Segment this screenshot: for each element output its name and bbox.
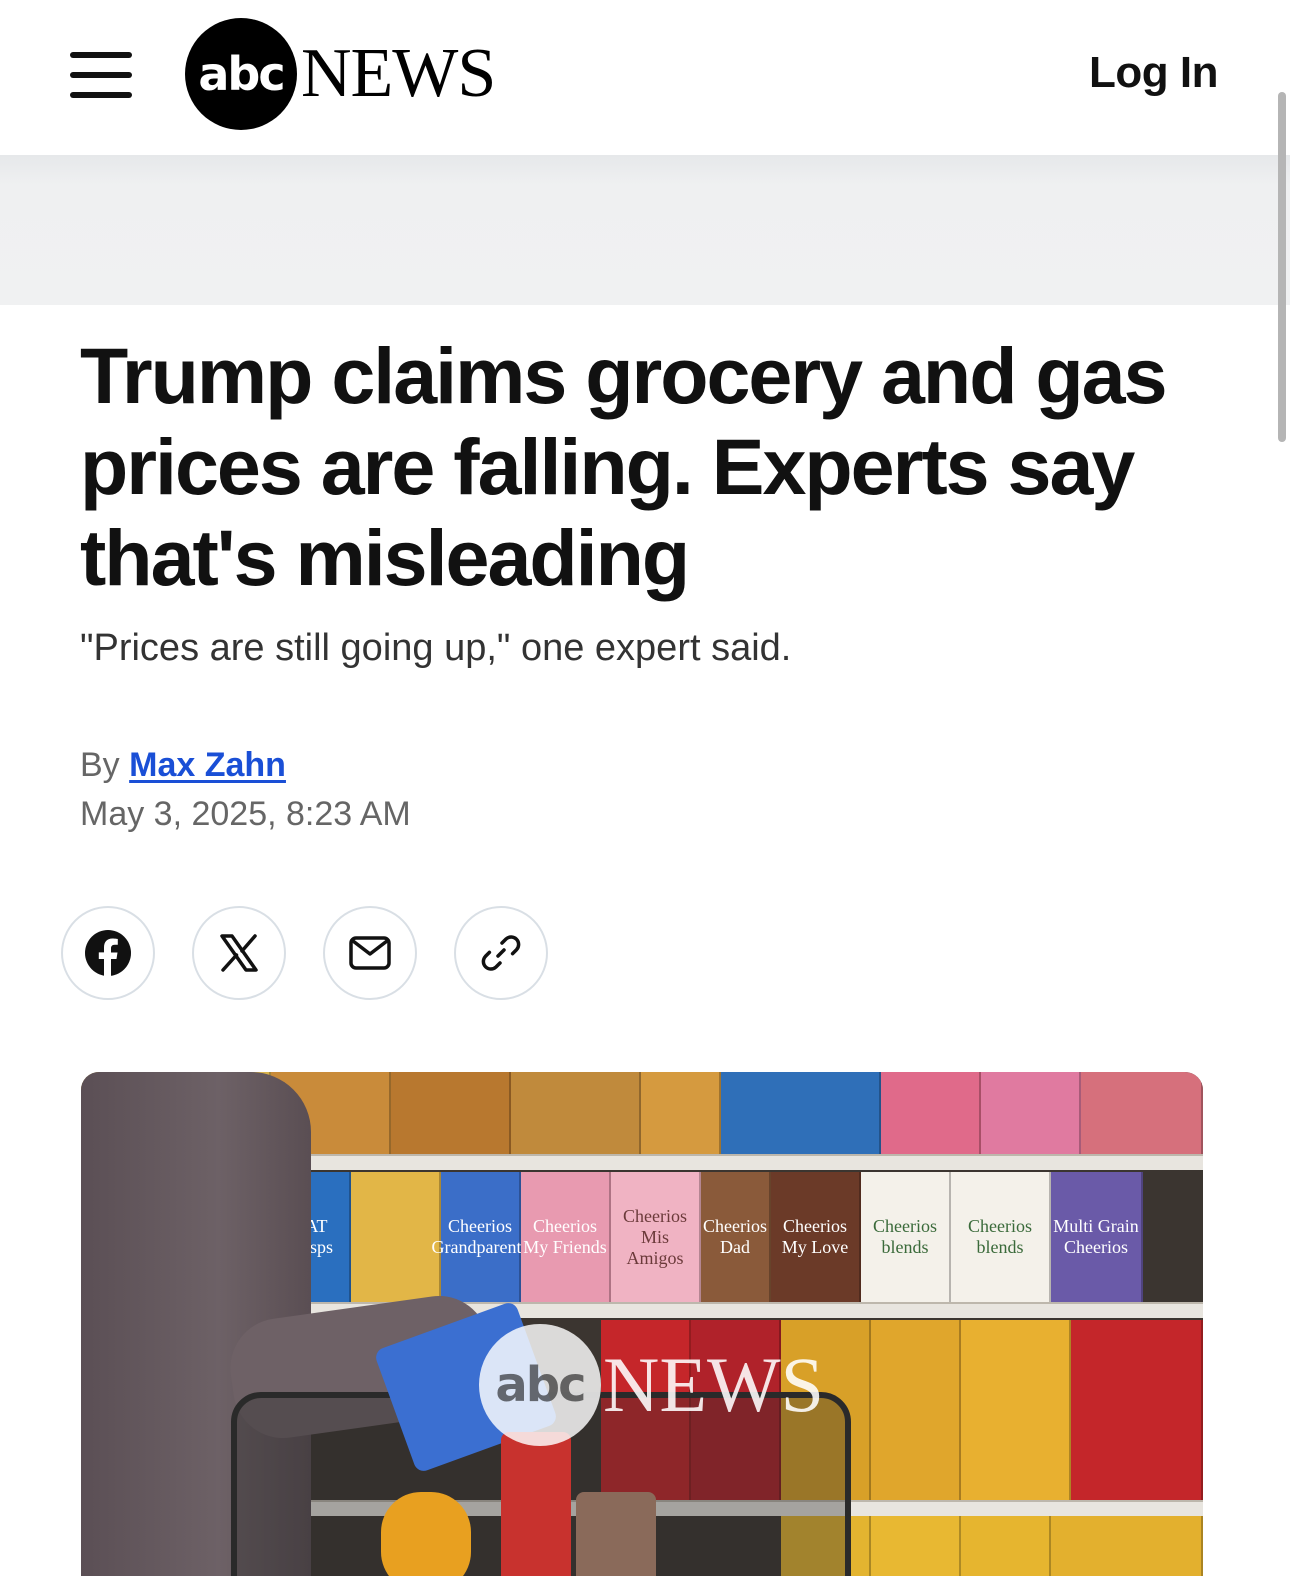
copy-link-button[interactable] [454, 906, 548, 1000]
email-icon [349, 936, 391, 970]
share-email-button[interactable] [323, 906, 417, 1000]
abc-news-watermark: abc NEWS [479, 1324, 824, 1446]
site-header: abc NEWS Log In [0, 0, 1290, 155]
cereal-box: Cheerios Dad [701, 1172, 771, 1302]
byline-prefix: By [80, 746, 120, 784]
publish-date: May 3, 2025, 8:23 AM [80, 795, 411, 833]
hero-image[interactable]: OAT Crisps Cheerios Grandparents Cheerio… [81, 1072, 1203, 1576]
author-link[interactable]: Max Zahn [129, 746, 286, 784]
cereal-box: Cheerios My Love [771, 1172, 861, 1302]
cereal-box: Cheerios Grandparents [432, 1172, 528, 1302]
article-headline: Trump claims grocery and gas prices are … [80, 331, 1168, 602]
x-icon [220, 934, 258, 972]
cereal-box: Cheerios blends [861, 1172, 951, 1302]
cereal-box: Cheerios blends [951, 1172, 1051, 1302]
share-x-button[interactable] [192, 906, 286, 1000]
link-icon [481, 935, 521, 971]
menu-icon[interactable] [70, 52, 132, 98]
abc-news-logo[interactable]: abc NEWS [185, 18, 496, 130]
cereal-box: Multi Grain Cheerios [1051, 1172, 1143, 1302]
watermark-news-text: NEWS [603, 1341, 824, 1428]
byline: By Max Zahn [80, 743, 286, 787]
share-facebook-button[interactable] [61, 906, 155, 1000]
page: abc NEWS Log In Trump claims grocery and… [0, 0, 1290, 1576]
cereal-box: Cheerios Mis Amigos [611, 1172, 701, 1302]
cereal-box: Cheerios My Friends [521, 1172, 611, 1302]
ad-placeholder [0, 155, 1290, 305]
logo-abc-mark: abc [185, 18, 297, 130]
watermark-abc-mark: abc [479, 1324, 601, 1446]
logo-news-text: NEWS [301, 35, 496, 112]
scrollbar[interactable] [1278, 92, 1286, 442]
login-button[interactable]: Log In [1089, 48, 1218, 98]
facebook-icon [85, 930, 131, 976]
article-subheadline: "Prices are still going up," one expert … [80, 627, 792, 669]
